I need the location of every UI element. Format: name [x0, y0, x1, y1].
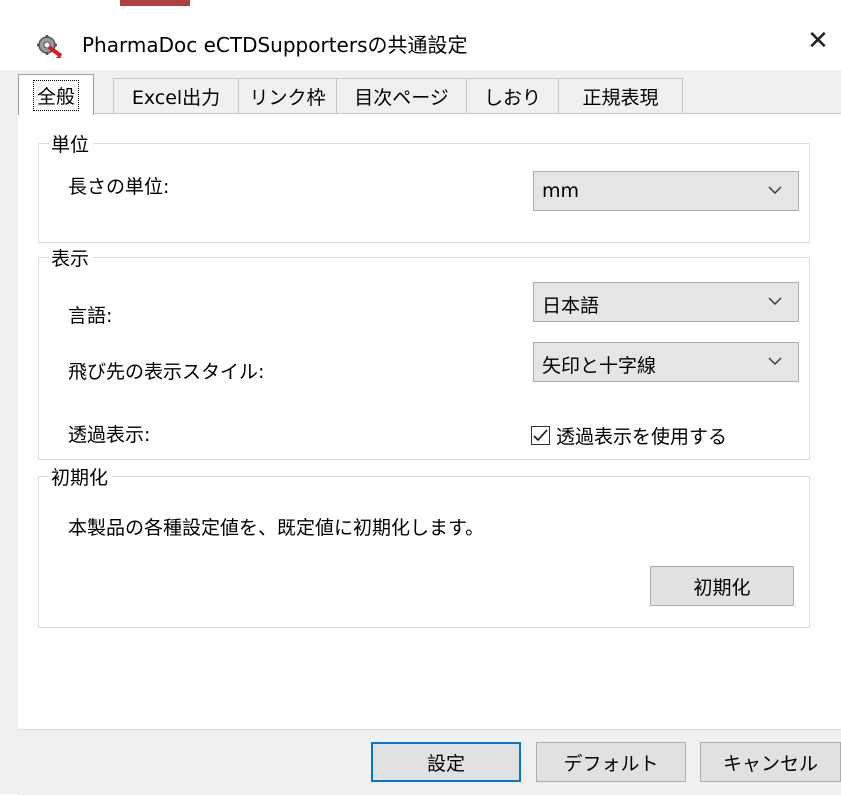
chevron-down-icon	[768, 357, 782, 365]
transparent-label: 透過表示:	[68, 424, 151, 446]
language-value: 日本語	[542, 295, 600, 317]
length-unit-label: 長さの単位:	[68, 176, 170, 198]
group-title-initialize: 初期化	[49, 463, 113, 490]
background-strip	[0, 0, 841, 12]
length-unit-select[interactable]: mm	[533, 171, 799, 211]
cancel-button[interactable]: キャンセル	[700, 742, 841, 782]
initialize-description: 本製品の各種設定値を、既定値に初期化します。	[68, 517, 485, 539]
checkmark-icon	[533, 429, 548, 442]
default-button[interactable]: デフォルト	[536, 742, 686, 782]
destination-style-select[interactable]: 矢印と十字線	[533, 342, 799, 382]
tab-bookmarks[interactable]: しおり	[466, 78, 559, 113]
tab-regex[interactable]: 正規表現	[558, 78, 683, 113]
destination-style-label: 飛び先の表示スタイル:	[68, 361, 265, 383]
destination-style-value: 矢印と十字線	[542, 355, 657, 377]
settings-dialog: PharmaDoc eCTDSupportersの共通設定 ✕ 全般 Excel…	[0, 0, 841, 795]
title-bar[interactable]: PharmaDoc eCTDSupportersの共通設定 ✕	[0, 12, 841, 70]
group-title-display: 表示	[49, 244, 94, 271]
length-unit-value: mm	[542, 180, 580, 202]
close-icon: ✕	[807, 26, 829, 56]
transparent-checkbox[interactable]	[531, 426, 550, 445]
close-button[interactable]: ✕	[795, 12, 841, 70]
transparent-checkbox-label: 透過表示を使用する	[556, 426, 728, 448]
transparent-checkbox-row[interactable]: 透過表示を使用する	[531, 422, 727, 449]
tab-link-frame[interactable]: リンク枠	[238, 78, 337, 113]
chevron-down-icon	[768, 297, 782, 305]
tab-toc-page[interactable]: 目次ページ	[336, 78, 467, 113]
chevron-down-icon	[768, 186, 782, 194]
app-icon	[37, 35, 63, 58]
group-unit: 単位 長さの単位: mm	[38, 130, 810, 243]
group-title-unit: 単位	[49, 130, 94, 157]
language-label: 言語:	[68, 305, 113, 327]
tab-excel-output[interactable]: Excel出力	[113, 78, 239, 113]
ok-button[interactable]: 設定	[371, 742, 521, 782]
language-select[interactable]: 日本語	[533, 282, 799, 322]
group-display: 表示 言語: 日本語 飛び先の表示スタイル: 矢印と十字線 透過表示: 透過表示…	[38, 244, 810, 460]
window-left-edge	[0, 70, 18, 794]
group-initialize: 初期化 本製品の各種設定値を、既定値に初期化します。 初期化	[38, 463, 810, 628]
tab-general[interactable]: 全般	[18, 74, 94, 115]
window-title: PharmaDoc eCTDSupportersの共通設定	[82, 33, 468, 57]
initialize-button[interactable]: 初期化	[650, 566, 794, 606]
